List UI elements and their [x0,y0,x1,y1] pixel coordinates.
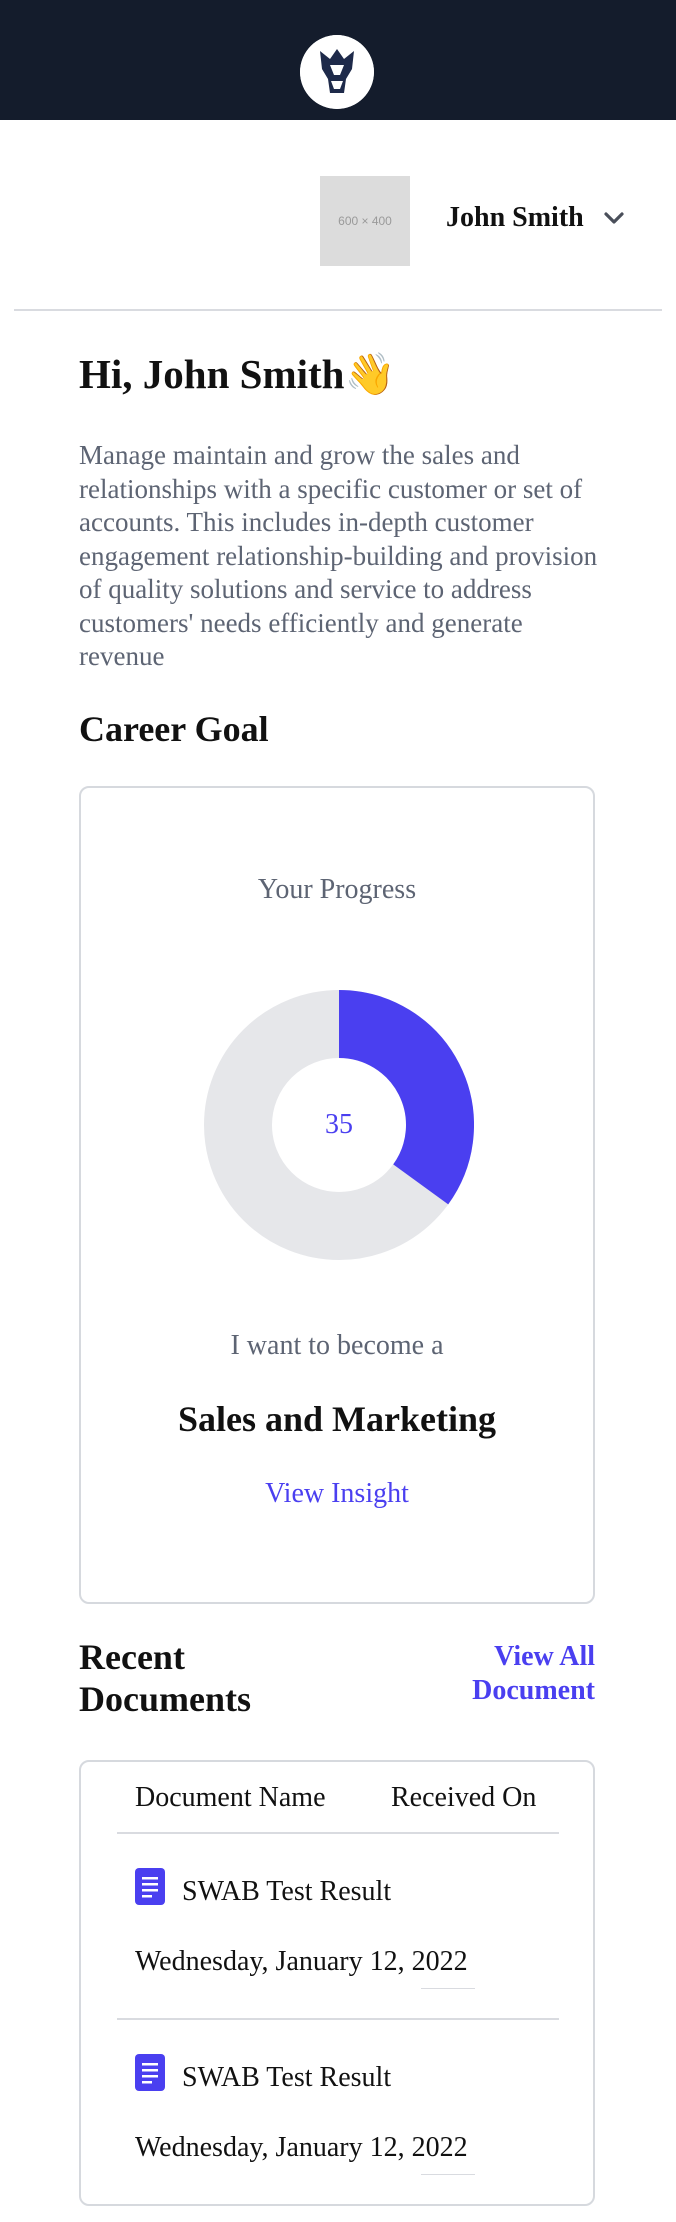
progress-value: 35 [325,1109,353,1140]
become-label: I want to become a [230,1330,444,1361]
document-received-date: Wednesday, January 12, 2022 [135,1946,468,1977]
progress-label: Your Progress [257,874,417,905]
career-goal-title: Career Goal [79,709,269,749]
header-divider [14,309,662,311]
avatar[interactable]: 600 × 400 [320,176,410,266]
lion-logo-icon[interactable] [300,35,374,109]
chevron-down-icon[interactable] [600,204,628,232]
table-header: Document Name Received On [81,1762,593,1834]
career-goal-card: Your Progress 35 I want to become a Sale… [79,786,595,1604]
column-header-document-name: Document Name [135,1782,326,1813]
table-row[interactable]: SWAB Test Result Wednesday, January 12, … [81,2020,593,2204]
view-insight-link[interactable]: View Insight [81,1478,593,1510]
greeting-heading: Hi, John Smith👋 [79,351,396,397]
document-icon [135,2054,165,2091]
career-goal-name: Sales and Marketing [177,1399,497,1439]
recent-documents-title: Recent Documents [79,1637,251,1719]
document-received-date: Wednesday, January 12, 2022 [135,2132,468,2163]
intro-description: Manage maintain and grow the sales and r… [79,440,598,671]
document-name: SWAB Test Result [182,2062,392,2093]
table-row[interactable]: SWAB Test Result Wednesday, January 12, … [81,1834,593,2018]
document-icon [135,1868,165,1905]
view-all-document-link[interactable]: View All Document [430,1640,595,1708]
user-bar: 600 × 400 John Smith [0,120,676,310]
user-name[interactable]: John Smith [446,202,584,234]
recent-documents-table: Document Name Received On SWAB Test Resu… [79,1760,595,2206]
row-underline [421,2174,475,2175]
column-header-received-on: Received On [391,1782,537,1813]
document-name: SWAB Test Result [182,1876,392,1907]
row-underline [421,1988,475,1989]
top-header-bar [0,0,676,120]
